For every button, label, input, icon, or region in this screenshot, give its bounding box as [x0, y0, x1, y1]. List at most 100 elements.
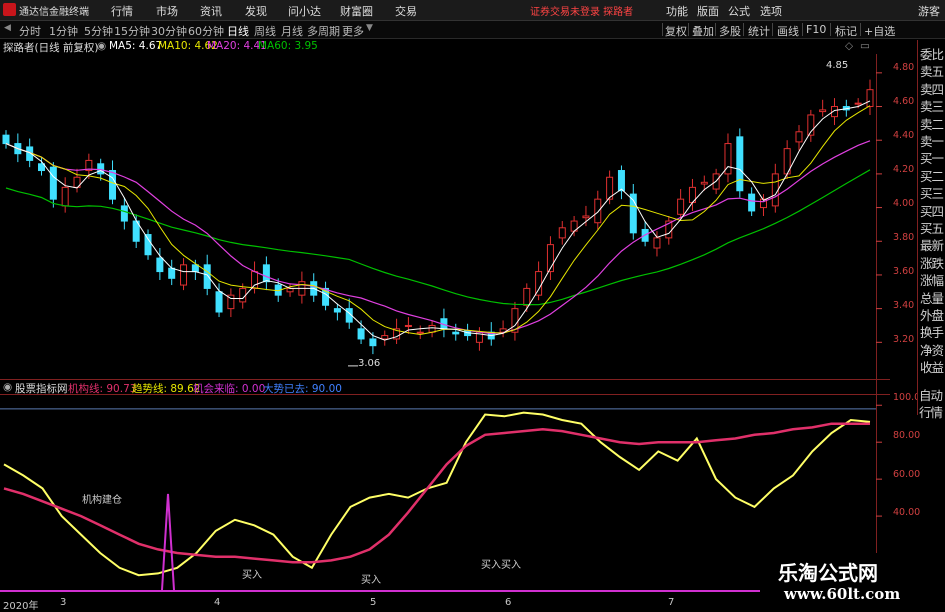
mark-button[interactable]: 标记 [835, 23, 857, 39]
quote-field-label: 最新 [920, 238, 944, 254]
window-restore-icon[interactable]: ▭ [860, 40, 870, 52]
price-legend: 探路者(日线 前复权) ◉ MA5: 4.67 MA10: 4.62 MA20:… [0, 40, 890, 54]
quote-field-label: 涨幅 [920, 273, 944, 289]
watermark-url: www.60lt.com [784, 585, 901, 603]
quote-field-label: 卖四 [920, 81, 944, 97]
quote-field-label: 换手 [920, 325, 944, 341]
period-tab-1min[interactable]: 1分钟 [49, 23, 78, 39]
menu-function[interactable]: 功能 [666, 3, 688, 19]
toolbar-divider [662, 23, 663, 36]
quote-field-label: 卖三 [920, 99, 944, 115]
ma60-value: MA60: 3.95 [258, 40, 318, 52]
price-tick: 4.20 [893, 164, 915, 175]
quote-field-label: 买三 [920, 186, 944, 202]
ma5-value: MA5: 4.67 [109, 40, 163, 52]
price-tick: 4.80 [893, 62, 915, 73]
toolbar-divider [860, 23, 861, 36]
x-label-month: 6 [505, 597, 512, 608]
indicator-tick: 60.00 [893, 469, 921, 480]
guest-label[interactable]: 游客 [918, 3, 940, 19]
menu-layout[interactable]: 版面 [697, 3, 719, 19]
indicator-tick: 40.00 [893, 507, 921, 518]
price-tick: 3.40 [893, 300, 915, 311]
menu-discover[interactable]: 发现 [245, 3, 267, 19]
period-tab-multi[interactable]: 多周期 [307, 23, 340, 39]
menu-market[interactable]: 市场 [156, 3, 178, 19]
x-label-month: 3 [60, 597, 67, 608]
menu-trade[interactable]: 交易 [395, 3, 417, 19]
menu-formula[interactable]: 公式 [728, 3, 750, 19]
price-tick: 4.60 [893, 96, 915, 107]
annotation-buy: 买入 [242, 570, 262, 581]
adjust-button[interactable]: 复权 [665, 23, 687, 39]
quote-field-label: 收益 [920, 360, 944, 376]
period-tab-15min[interactable]: 15分钟 [114, 23, 150, 39]
settings-gear-icon[interactable]: ◉ [97, 40, 106, 52]
x-label-month: 7 [668, 597, 675, 608]
quote-field-label: 买二 [920, 168, 944, 184]
auto-quote-label[interactable]: 行情 [919, 402, 945, 421]
x-label-month: 5 [370, 597, 377, 608]
menu-wealth-circle[interactable]: 财富圈 [340, 3, 373, 19]
draw-line-button[interactable]: 画线 [777, 23, 799, 39]
x-label-year: 2020年 [3, 601, 39, 612]
auto-quote-panel: 自动 行情 [917, 385, 945, 425]
quote-field-label: 涨跌 [920, 255, 944, 271]
f10-button[interactable]: F10 [806, 23, 826, 36]
price-tick: 4.00 [893, 198, 915, 209]
menu-market-quotes[interactable]: 行情 [111, 3, 133, 19]
period-tab-weekly[interactable]: 周线 [254, 23, 276, 39]
quote-field-label: 卖二 [920, 116, 944, 132]
period-tab-monthly[interactable]: 月线 [281, 23, 303, 39]
overlay-button[interactable]: 叠加 [692, 23, 714, 39]
toolbar-divider [715, 23, 716, 36]
diamond-icon[interactable]: ◇ [845, 40, 853, 52]
toolbar-divider [802, 23, 803, 36]
price-tick: 3.80 [893, 232, 915, 243]
price-axis: 4.80 4.60 4.40 4.20 4.00 3.80 3.60 3.40 … [0, 54, 945, 384]
quote-field-label: 卖一 [920, 134, 944, 149]
period-tab-daily[interactable]: 日线 [227, 23, 249, 39]
quote-field-label: 委比 [920, 47, 944, 62]
toolbar-divider [830, 23, 831, 36]
toolbar-divider [688, 23, 689, 36]
price-tick: 3.60 [893, 266, 915, 277]
indicator-axis: 100.0 80.00 60.00 40.00 [0, 390, 945, 540]
add-watchlist-button[interactable]: +自选 [864, 23, 895, 39]
period-tab-60min[interactable]: 60分钟 [188, 23, 224, 39]
annotation-buy-buy: 买入买入 [481, 560, 521, 571]
toolbar-divider [772, 23, 773, 36]
quote-field-label: 买五 [920, 221, 944, 236]
quote-field-label: 净资 [920, 342, 944, 358]
period-tab-30min[interactable]: 30分钟 [151, 23, 187, 39]
period-tab-intraday[interactable]: 分时 [19, 23, 41, 39]
price-tick: 3.20 [893, 334, 915, 345]
high-price-label: 4.85 [826, 60, 849, 71]
toolbar-divider [743, 23, 744, 36]
quote-field-label: 外盘 [920, 308, 944, 323]
login-notice[interactable]: 证券交易未登录 探路者 [530, 3, 633, 18]
menu-news[interactable]: 资讯 [200, 3, 222, 19]
menu-options[interactable]: 选项 [760, 3, 782, 19]
x-label-month: 4 [214, 597, 221, 608]
quote-field-label: 买四 [920, 203, 944, 219]
low-price-label: 3.06 [358, 358, 381, 369]
price-tick: 4.40 [893, 130, 915, 141]
annotation-buy: 买入 [361, 575, 381, 586]
period-toolbar: ◀ 分时 1分钟 5分钟 15分钟 30分钟 60分钟 日线 周线 月线 多周期… [0, 21, 945, 39]
menu-ask-xiaoda[interactable]: 问小达 [288, 3, 321, 19]
nav-arrow-icon[interactable]: ◀ [4, 23, 11, 33]
chevron-down-icon[interactable]: ▼ [366, 23, 373, 33]
quote-field-label: 买一 [920, 151, 944, 167]
watermark-title: 乐淘公式网 [778, 561, 878, 585]
stock-title[interactable]: 探路者(日线 前复权) [3, 40, 99, 55]
period-tab-5min[interactable]: 5分钟 [84, 23, 113, 39]
quote-field-label: 卖五 [920, 64, 944, 80]
app-logo-icon [3, 3, 16, 16]
quote-field-label: 总量 [920, 290, 944, 306]
title-bar: 通达信金融终端 行情 市场 资讯 发现 问小达 财富圈 交易 证券交易未登录 探… [0, 0, 945, 21]
multi-stock-button[interactable]: 多股 [719, 23, 741, 39]
statistics-button[interactable]: 统计 [748, 23, 770, 39]
period-tab-more[interactable]: 更多 [342, 23, 364, 39]
indicator-tick: 80.00 [893, 430, 921, 441]
